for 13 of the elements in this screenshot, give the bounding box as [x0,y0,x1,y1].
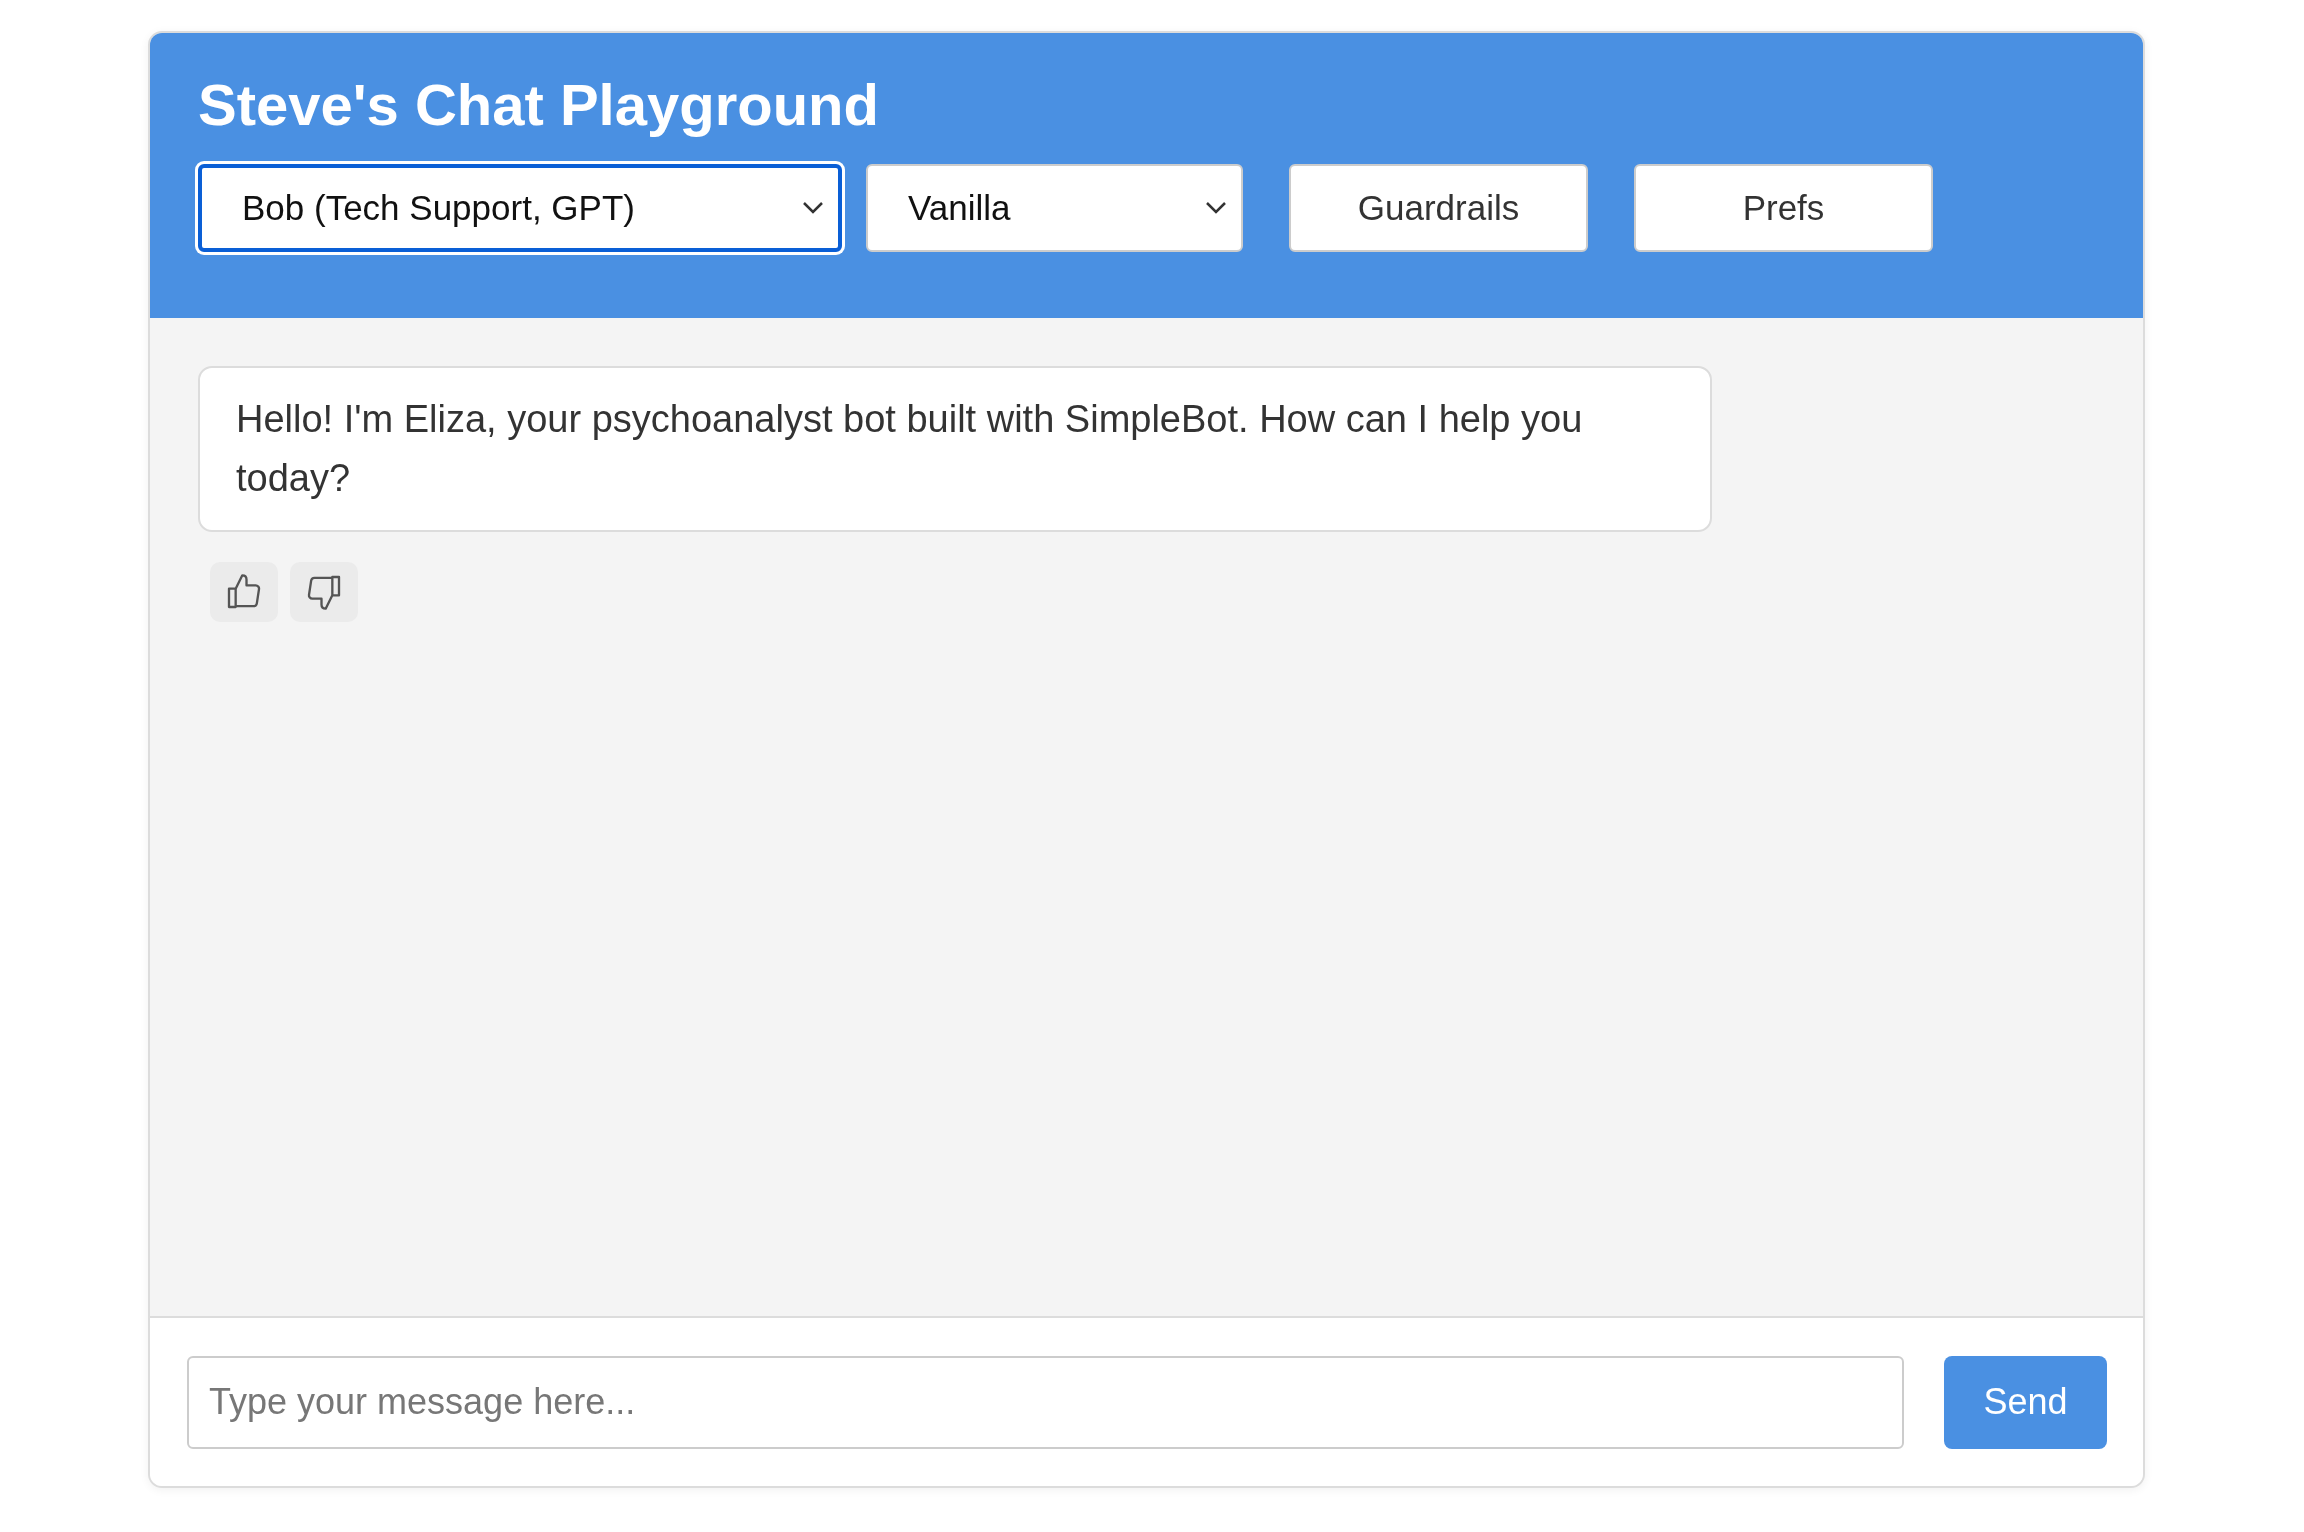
dropdown-value: Vanilla [908,188,1011,228]
dropdown-value: Bob (Tech Support, GPT) [242,188,635,228]
dropdown[interactable]: Vanilla [866,164,1243,252]
chevron-icon [802,201,824,215]
header-button[interactable]: Guardrails [1289,164,1588,252]
dropdown[interactable]: Bob (Tech Support, GPT) [198,164,842,252]
header-button[interactable]: Prefs [1634,164,1933,252]
message-input[interactable]: Type your message here... [187,1355,1905,1449]
message-bubble: Hello! I'm Eliza, your psychoanalyst bot built with SimpleBot. How can I help you today? [198,366,1712,532]
app-title: Steve's Chat Playground [198,71,879,138]
chevron-icon [1205,201,1227,215]
thumbs-down-button[interactable] [290,562,358,622]
thumbs-up-button[interactable] [210,562,278,622]
